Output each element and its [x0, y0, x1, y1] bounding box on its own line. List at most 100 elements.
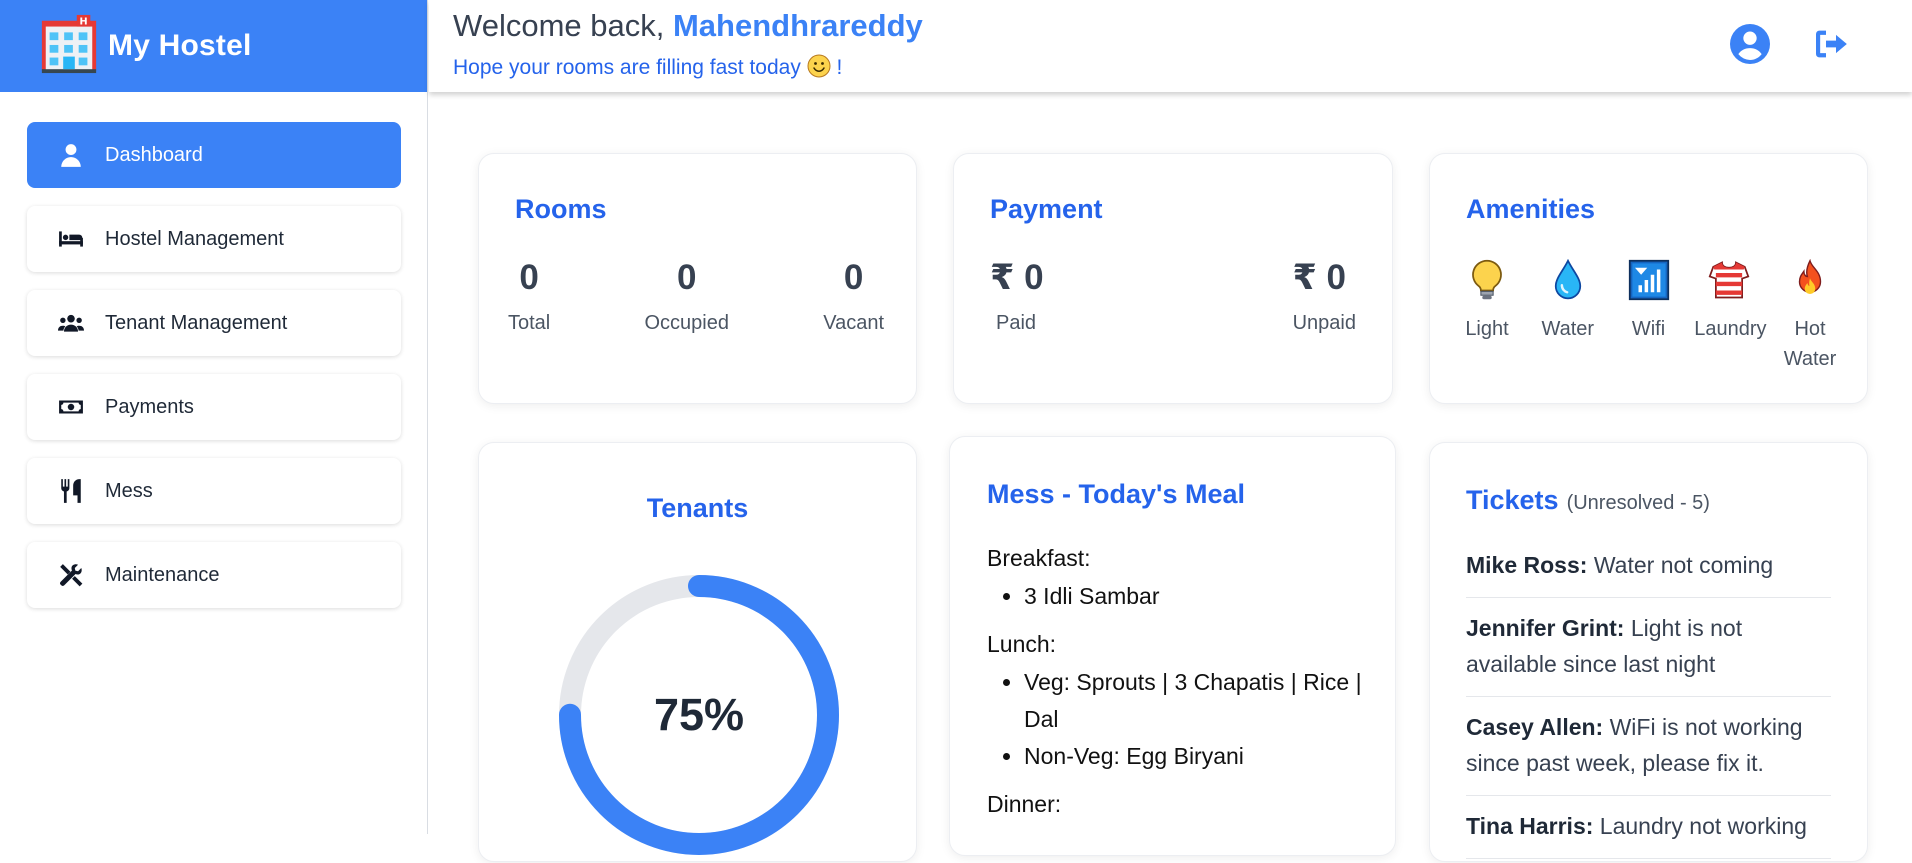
welcome-heading: Welcome back, Mahendhrareddy [453, 8, 923, 44]
payment-stat-paid: ₹ 0 Paid [990, 258, 1044, 335]
meal-dinner: Dinner: [987, 791, 1365, 818]
sidebar-item-tenant-management[interactable]: Tenant Management [27, 290, 401, 356]
ticket-text: Laundry not working [1599, 813, 1807, 839]
amenity-hot-water: Hot Water [1775, 258, 1845, 374]
sidebar-item-label: Mess [105, 479, 153, 502]
meal-item: Veg: Sprouts | 3 Chapatis | Rice | Dal [1024, 664, 1365, 738]
ticket-item[interactable]: Mike Ross: Water not coming [1466, 535, 1831, 598]
meal-breakfast: Breakfast: 3 Idli Sambar [987, 545, 1365, 615]
rooms-stat-total: 0 Total [508, 258, 550, 335]
amenity-label: Wifi [1631, 318, 1666, 340]
username: Mahendhrareddy [672, 8, 923, 43]
stat-value: 0 [843, 258, 864, 297]
tenants-title: Tenants [646, 493, 749, 523]
meal-lunch: Lunch: Veg: Sprouts | 3 Chapatis | Rice … [987, 631, 1365, 775]
welcome-subtitle: Hope your rooms are filling fast today ! [453, 54, 842, 80]
sidebar-item-payments[interactable]: Payments [27, 374, 401, 440]
payment-card: Payment ₹ 0 Paid ₹ 0 Unpaid [953, 153, 1393, 404]
sidebar-item-label: Payments [105, 395, 194, 418]
sidebar-item-maintenance[interactable]: Maintenance [27, 542, 401, 608]
app-name: My Hostel [108, 29, 252, 62]
svg-text:H: H [79, 16, 87, 27]
lightbulb-icon [1452, 258, 1522, 302]
sign-out-icon[interactable] [1811, 24, 1851, 64]
mess-card: Mess - Today's Meal Breakfast: 3 Idli Sa… [949, 436, 1396, 856]
smiley-icon [807, 54, 837, 79]
droplet-icon [1533, 258, 1603, 302]
rooms-stat-vacant: 0 Vacant [823, 258, 884, 335]
signal-icon [1614, 258, 1684, 302]
ticket-author: Jennifer Grint: [1466, 615, 1625, 641]
hotel-icon: H [38, 13, 100, 80]
amenity-label: Water [1541, 318, 1595, 340]
top-header: Welcome back, Mahendhrareddy Hope your r… [429, 0, 1912, 92]
tenants-card: Tenants 75% [478, 442, 917, 862]
amenity-label: Laundry [1694, 318, 1767, 340]
rooms-stat-occupied: 0 Occupied [644, 258, 729, 335]
users-icon [57, 309, 85, 337]
amenities-list: Light Water Wifi Laundry Hot Water [1452, 258, 1845, 374]
user-icon [57, 141, 85, 169]
amenity-laundry: Laundry [1694, 258, 1767, 374]
amenity-light: Light [1452, 258, 1522, 374]
tickets-card: Tickets (Unresolved - 5) Mike Ross: Wate… [1429, 442, 1868, 862]
fire-icon [1775, 258, 1845, 302]
utensils-icon [57, 477, 85, 505]
sidebar-item-mess[interactable]: Mess [27, 458, 401, 524]
ticket-author: Casey Allen: [1466, 714, 1604, 740]
rooms-title: Rooms [515, 194, 607, 224]
shirt-icon [1694, 258, 1764, 302]
payment-title: Payment [990, 194, 1103, 224]
ticket-item[interactable]: Casey Allen: WiFi is not working since p… [1466, 697, 1831, 796]
tickets-title: Tickets [1466, 485, 1559, 515]
meal-item: 3 Idli Sambar [1024, 578, 1365, 615]
amenities-card: Amenities Light Water Wifi Laundry Hot W… [1429, 153, 1868, 404]
money-bill-icon [57, 393, 85, 421]
ticket-list: Mike Ross: Water not coming Jennifer Gri… [1466, 535, 1831, 859]
sidebar-item-label: Tenant Management [105, 311, 288, 334]
user-circle-icon[interactable] [1730, 24, 1770, 64]
ticket-item[interactable]: Jennifer Grint: Light is not available s… [1466, 598, 1831, 697]
sidebar-item-label: Dashboard [105, 143, 203, 166]
stat-value: 0 [519, 258, 539, 297]
meal-name: Dinner: [987, 791, 1062, 817]
tickets-count: (Unresolved - 5) [1566, 492, 1710, 514]
welcome-prefix: Welcome back, [453, 8, 665, 43]
stat-label: Unpaid [1292, 312, 1356, 334]
meal-name: Lunch: [987, 631, 1057, 657]
amenity-label: Light [1465, 318, 1509, 340]
bed-icon [57, 225, 85, 253]
stat-value: 0 [677, 258, 697, 297]
stat-label: Total [508, 312, 551, 334]
rooms-card: Rooms 0 Total 0 Occupied 0 Vacant [478, 153, 917, 404]
subtitle-text: Hope your rooms are filling fast today [453, 56, 801, 79]
amenities-title: Amenities [1466, 194, 1596, 224]
tools-icon [57, 561, 85, 589]
amenity-wifi: Wifi [1614, 258, 1684, 374]
sidebar-nav: Dashboard Hostel Management Tenant Manag… [0, 92, 427, 608]
stat-label: Vacant [823, 312, 884, 334]
rooms-stats: 0 Total 0 Occupied 0 Vacant [508, 258, 884, 335]
sidebar: H My Hostel Dashboard Hostel Management … [0, 0, 428, 834]
sidebar-item-hostel-management[interactable]: Hostel Management [27, 206, 401, 272]
sidebar-item-label: Hostel Management [105, 227, 284, 250]
ticket-author: Mike Ross: [1466, 552, 1588, 578]
payment-stats: ₹ 0 Paid ₹ 0 Unpaid [990, 258, 1356, 335]
meal-item: Non-Veg: Egg Biryani [1024, 738, 1365, 775]
meal-list: Breakfast: 3 Idli Sambar Lunch: Veg: Spr… [987, 545, 1365, 824]
brand[interactable]: H My Hostel [0, 0, 427, 92]
tenants-percent: 75% [653, 689, 745, 740]
sidebar-item-dashboard[interactable]: Dashboard [27, 122, 401, 188]
stat-label: Paid [996, 312, 1037, 334]
sidebar-item-label: Maintenance [105, 563, 220, 586]
tickets-header: Tickets (Unresolved - 5) [1466, 485, 1710, 516]
subtitle-suffix: ! [836, 56, 843, 79]
mess-title: Mess - Today's Meal [987, 479, 1246, 509]
ticket-item[interactable]: Tina Harris: Laundry not working [1466, 796, 1831, 859]
amenity-label: Hot Water [1783, 318, 1837, 370]
ticket-text: Water not coming [1593, 552, 1774, 578]
ticket-author: Tina Harris: [1466, 813, 1594, 839]
stat-value: ₹ 0 [1292, 258, 1346, 297]
amenity-water: Water [1533, 258, 1603, 374]
stat-value: ₹ 0 [990, 258, 1044, 297]
